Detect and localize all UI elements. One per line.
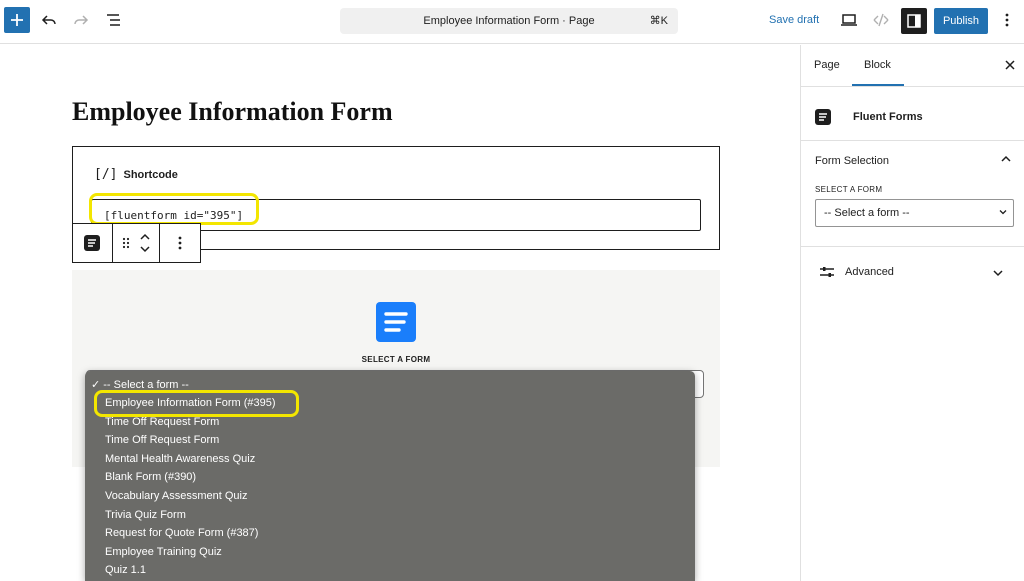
block-move-controls — [113, 224, 161, 262]
settings-sidebar: Page Block Fluent Forms Form Selection S… — [800, 45, 1024, 581]
document-overview-button[interactable] — [103, 9, 125, 31]
dropdown-option[interactable]: Time Off Request Form — [105, 416, 219, 428]
block-toolbar — [72, 223, 201, 263]
external-link-disabled-icon — [873, 13, 889, 27]
add-block-button[interactable] — [4, 7, 30, 33]
fluent-forms-logo — [376, 302, 416, 342]
dropdown-option[interactable]: Quiz 1.1 — [105, 564, 146, 576]
dropdown-option[interactable]: Time Off Request Form — [105, 434, 219, 446]
form-selection-panel: Form Selection SELECT A FORM -- Select a… — [801, 141, 1024, 247]
document-title: Employee Information Form · Page — [423, 15, 595, 27]
chevron-up-icon[interactable] — [1001, 155, 1011, 163]
fluent-forms-icon — [84, 235, 101, 251]
select-form-label: SELECT A FORM — [361, 355, 431, 364]
plus-icon — [11, 14, 23, 26]
block-options-button[interactable] — [160, 224, 200, 262]
dropdown-option[interactable]: Request for Quote Form (#387) — [105, 527, 258, 539]
dropdown-option[interactable]: Blank Form (#390) — [105, 471, 196, 483]
tab-block[interactable]: Block — [864, 59, 891, 71]
shortcode-label-text: Shortcode — [123, 168, 178, 181]
block-type-button[interactable] — [73, 224, 113, 262]
page-title[interactable]: Employee Information Form — [72, 97, 393, 127]
redo-icon — [74, 15, 89, 25]
close-sidebar-button[interactable] — [1005, 58, 1015, 73]
chevron-down-icon — [993, 270, 1003, 277]
select-form-label: SELECT A FORM — [815, 185, 883, 194]
command-shortcut: ⌘K — [649, 15, 668, 27]
dropdown-option[interactable]: Employee Training Quiz — [105, 546, 222, 558]
shortcode-label: [/] Shortcode — [94, 167, 178, 182]
options-menu-button[interactable] — [996, 9, 1018, 31]
settings-sidebar-toggle[interactable] — [901, 8, 927, 34]
sidebar-form-select[interactable]: -- Select a form -- — [815, 199, 1014, 227]
fluent-forms-icon — [815, 109, 831, 125]
undo-icon — [41, 15, 56, 25]
block-name: Fluent Forms — [853, 111, 923, 123]
drag-handle-icon[interactable] — [122, 237, 130, 249]
dropdown-option[interactable]: Mental Health Awareness Quiz — [105, 453, 255, 465]
desktop-preview-icon — [841, 14, 857, 26]
tab-page[interactable]: Page — [814, 59, 840, 71]
sidebar-icon — [907, 14, 921, 28]
chevron-down-icon — [999, 210, 1007, 215]
dropdown-option[interactable]: Vocabulary Assessment Quiz — [105, 490, 247, 502]
shortcode-highlight — [89, 193, 259, 225]
close-icon — [1005, 60, 1015, 70]
active-tab-indicator — [852, 84, 904, 86]
editor-top-bar: Employee Information Form · Page ⌘K Save… — [0, 0, 1024, 44]
vertical-ellipsis-icon — [178, 236, 182, 250]
shortcode-icon: [/] — [94, 167, 118, 182]
move-up-down-icon[interactable] — [140, 232, 150, 254]
publish-button[interactable]: Publish — [934, 8, 988, 34]
advanced-title: Advanced — [845, 266, 894, 278]
selected-option-highlight — [94, 390, 299, 417]
block-card: Fluent Forms — [801, 87, 1024, 141]
sidebar-form-select-value: -- Select a form -- — [824, 207, 910, 219]
save-draft-button[interactable]: Save draft — [769, 14, 819, 26]
advanced-panel[interactable]: Advanced — [801, 247, 1024, 295]
vertical-ellipsis-icon — [1005, 13, 1009, 27]
preview-button[interactable] — [838, 9, 860, 31]
fluent-forms-logo-icon — [384, 312, 408, 332]
settings-sliders-icon — [820, 267, 834, 277]
redo-button[interactable] — [70, 9, 92, 31]
undo-button[interactable] — [38, 9, 60, 31]
sidebar-tabs: Page Block — [801, 45, 1024, 87]
form-selection-title[interactable]: Form Selection — [815, 155, 889, 167]
view-post-button[interactable] — [870, 9, 892, 31]
document-bar[interactable]: Employee Information Form · Page ⌘K — [340, 8, 678, 34]
list-view-icon — [107, 14, 120, 26]
dropdown-option[interactable]: Trivia Quiz Form — [105, 509, 186, 521]
